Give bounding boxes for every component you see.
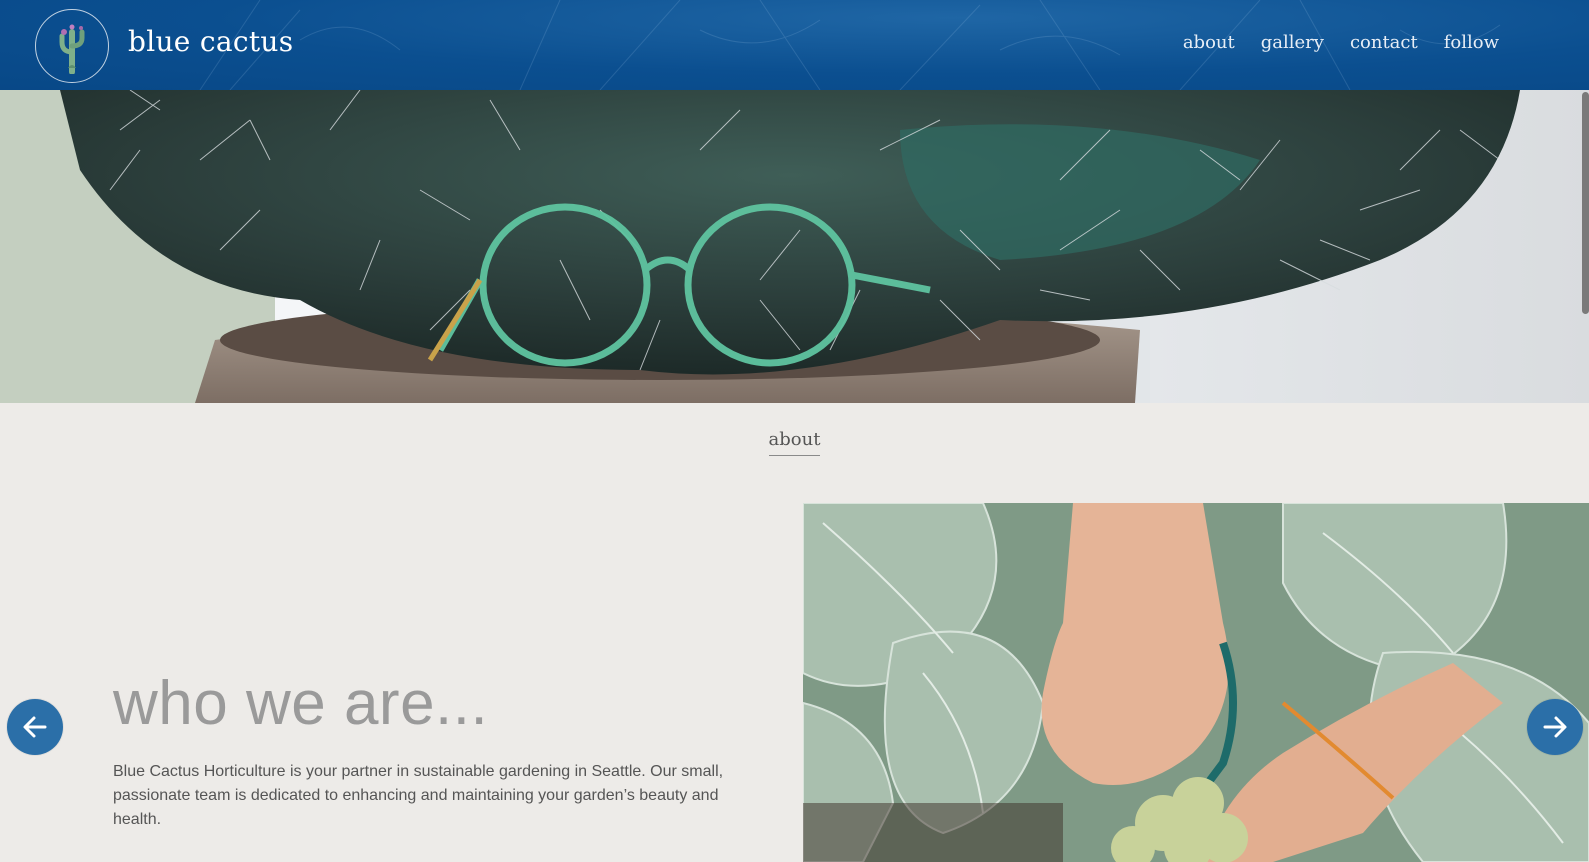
carousel-prev-button[interactable] <box>7 699 63 755</box>
arrow-right-icon <box>1543 716 1567 738</box>
main-nav: about gallery contact follow <box>1183 29 1499 57</box>
section-heading: about <box>0 428 1589 456</box>
hero-cactus-glasses-illustration <box>0 90 1589 403</box>
hands-harvesting-broccoli-illustration <box>803 503 1589 862</box>
gardening-photo <box>803 503 1589 862</box>
nav-follow[interactable]: follow <box>1444 29 1499 57</box>
nav-contact[interactable]: contact <box>1350 29 1418 57</box>
hero-image <box>0 90 1589 403</box>
scrollbar-thumb[interactable] <box>1582 92 1589 314</box>
site-header: blue cactus about gallery contact follow <box>0 0 1589 90</box>
arrow-left-icon <box>23 716 47 738</box>
about-headline: who we are... <box>113 669 489 738</box>
nav-about[interactable]: about <box>1183 29 1235 57</box>
cactus-icon <box>59 24 85 74</box>
brand-name[interactable]: blue cactus <box>128 20 293 64</box>
logo[interactable] <box>35 9 109 83</box>
nav-gallery[interactable]: gallery <box>1261 29 1324 57</box>
carousel-next-button[interactable] <box>1527 699 1583 755</box>
about-description: Blue Cactus Horticulture is your partner… <box>113 763 724 828</box>
section-title-about[interactable]: about <box>768 428 821 456</box>
